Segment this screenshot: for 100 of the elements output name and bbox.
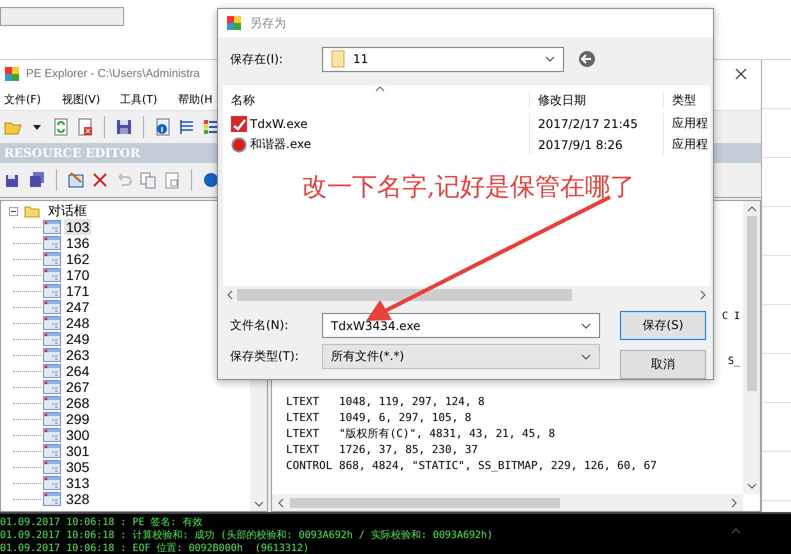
dialog-icon xyxy=(43,268,61,282)
tree-item[interactable]: 103 xyxy=(64,219,92,235)
tree-item[interactable]: 247 xyxy=(64,299,92,315)
column-header[interactable]: 修改日期 xyxy=(529,92,663,109)
menu-item[interactable]: 文件(F) xyxy=(4,92,62,106)
dialog-icon xyxy=(43,252,61,266)
file-date: 2017/2/17 21:45 xyxy=(529,113,663,134)
code-text: C I xyxy=(722,311,740,322)
dropdown-icon xyxy=(581,322,591,328)
tree-item[interactable]: 301 xyxy=(64,443,92,459)
collapse-icon[interactable] xyxy=(9,206,18,216)
menu-item[interactable]: 帮助(H xyxy=(178,92,213,106)
dialog-icon xyxy=(43,460,61,474)
tree-item[interactable]: 267 xyxy=(64,379,92,395)
scroll-right-icon[interactable] xyxy=(731,498,737,508)
close-icon[interactable] xyxy=(735,68,747,80)
dialog-icon xyxy=(43,316,61,330)
file-type-value: 所有文件(*.*) xyxy=(331,348,404,365)
dialog-icon xyxy=(43,348,61,362)
code-line: LTEXT 1048, 119, 297, 124, 8 xyxy=(286,394,486,410)
refresh-icon[interactable] xyxy=(52,118,70,136)
copy-icon[interactable] xyxy=(139,171,157,189)
dialog-icon xyxy=(43,492,61,506)
edit-icon[interactable] xyxy=(67,171,85,189)
app-icon xyxy=(231,116,247,132)
file-type: 应用程 xyxy=(663,134,710,155)
tree-item[interactable]: 268 xyxy=(64,395,92,411)
folder-icon xyxy=(24,204,40,218)
tree-item[interactable]: 263 xyxy=(64,347,92,363)
column-header[interactable]: 类型 xyxy=(663,92,710,109)
dialog-icon xyxy=(43,444,61,458)
tree-item[interactable]: 248 xyxy=(64,315,92,331)
tree-item[interactable]: 328 xyxy=(64,491,92,507)
circle-icon[interactable] xyxy=(202,171,220,189)
dialog-icon xyxy=(43,332,61,346)
cancel-button[interactable]: 取消 xyxy=(620,350,706,379)
dropdown-icon xyxy=(545,56,555,62)
folder-name: 11 xyxy=(353,52,368,66)
file-date: 2017/9/1 8:26 xyxy=(529,134,663,155)
window-title: PE Explorer - C:\Users\Administra xyxy=(26,68,200,80)
annotation-text: 改一下名字,记好是保管在哪了 xyxy=(302,171,635,203)
save-all-icon[interactable] xyxy=(28,171,46,189)
tree-item[interactable]: 136 xyxy=(64,235,92,251)
scroll-left-icon[interactable] xyxy=(227,290,233,300)
paste-icon[interactable] xyxy=(163,171,181,189)
file-name[interactable]: TdxW.exe xyxy=(250,116,308,130)
code-line: LTEXT "版权所有(C)", 4831, 43, 21, 45, 8 xyxy=(286,426,556,442)
scroll-left-icon[interactable] xyxy=(278,498,284,508)
tree-icon[interactable] xyxy=(178,118,196,136)
tree-item[interactable]: 305 xyxy=(64,459,92,475)
scroll-right-icon[interactable] xyxy=(700,290,706,300)
file-type: 应用程 xyxy=(663,113,710,134)
tree-item[interactable]: 264 xyxy=(64,363,92,379)
save-button[interactable]: 保存(S) xyxy=(620,311,706,340)
scrollbar-thumb[interactable] xyxy=(746,216,756,391)
scroll-down-icon[interactable] xyxy=(746,483,756,489)
tree-item[interactable]: 对话框 xyxy=(46,202,89,220)
list-icon[interactable] xyxy=(202,118,220,136)
dropdown-icon xyxy=(581,354,591,360)
dialog-icon xyxy=(43,380,61,394)
code-line: CONTROL 868, 4824, "STATIC", SS_BITMAP, 229, 126, 60, 67 xyxy=(286,458,658,474)
delete-icon[interactable] xyxy=(91,171,109,189)
info-icon[interactable] xyxy=(154,118,172,136)
dialog-icon xyxy=(43,236,61,250)
dialog-icon xyxy=(43,284,61,298)
tree-item[interactable]: 313 xyxy=(64,475,92,491)
dialog-icon xyxy=(43,300,61,314)
folder-dropdown[interactable]: 11 xyxy=(322,46,564,72)
scroll-down-icon[interactable] xyxy=(254,501,264,507)
log-line: 01.09.2017 10:06:18 : 计算校验和: 成功 (头部的校验和: 0093A692h / 实际校验和: 0093A692h) xyxy=(0,529,494,542)
scrollbar-thumb[interactable] xyxy=(237,288,572,300)
dialog-icon xyxy=(43,364,61,378)
file-name-field[interactable]: TdxW3434.exe xyxy=(322,313,600,338)
file-name-label: 文件名(N): xyxy=(230,317,290,334)
column-header[interactable]: 名称 xyxy=(223,92,529,109)
tree-item[interactable]: 162 xyxy=(64,251,92,267)
dialog-icon xyxy=(43,396,61,410)
folder-icon xyxy=(331,50,345,68)
tree-item[interactable]: 171 xyxy=(64,283,92,299)
tree-item[interactable]: 249 xyxy=(64,331,92,347)
code-line: LTEXT 1726, 37, 85, 230, 37 xyxy=(286,442,480,458)
close-document-icon[interactable] xyxy=(76,118,94,136)
menu-item[interactable]: 工具(T) xyxy=(120,92,178,106)
scroll-up-icon[interactable] xyxy=(746,206,756,212)
dialog-icon xyxy=(43,412,61,426)
scroll-up-icon[interactable] xyxy=(731,528,741,534)
tree-item[interactable]: 300 xyxy=(64,427,92,443)
tree-item[interactable]: 170 xyxy=(64,267,92,283)
menu-item[interactable]: 视图(V) xyxy=(62,92,120,106)
app-icon xyxy=(4,66,20,82)
save-icon[interactable] xyxy=(115,118,133,136)
back-icon[interactable] xyxy=(578,50,596,68)
round-button-icon xyxy=(231,136,247,152)
dialog-icon xyxy=(43,476,61,490)
file-type-dropdown[interactable]: 所有文件(*.*) xyxy=(322,344,600,369)
code-line: LTEXT 1049, 6, 297, 105, 8 xyxy=(286,410,472,426)
dialog-title: 另存为 xyxy=(250,14,286,32)
scrollbar-thumb[interactable] xyxy=(290,498,560,508)
tree-item[interactable]: 299 xyxy=(64,411,92,427)
dialog-icon xyxy=(43,220,61,234)
